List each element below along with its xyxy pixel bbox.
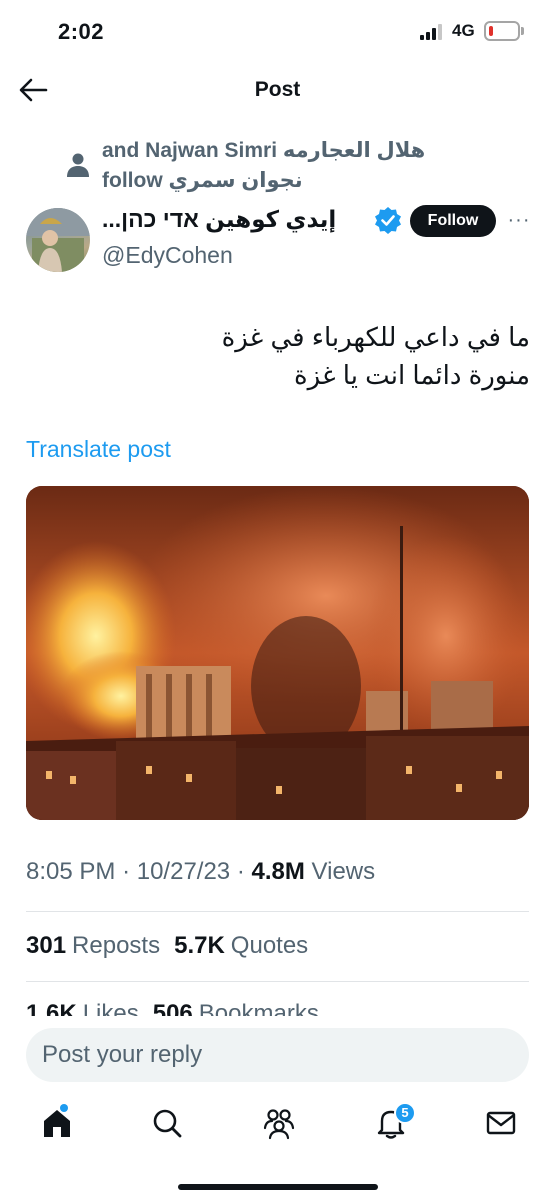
post-text-line-2: منورة دائما انت يا غزة — [294, 360, 530, 390]
messages-icon — [486, 1111, 516, 1135]
social-context: and Najwan Simri هلال العجارمه follow نج… — [64, 136, 534, 200]
battery-cap — [521, 27, 524, 35]
translate-post-link[interactable]: Translate post — [26, 436, 171, 463]
person-icon — [67, 153, 89, 177]
views-label: Views — [311, 858, 376, 885]
quotes-stat[interactable]: 5.7K Quotes — [174, 932, 308, 959]
verified-badge-icon — [375, 207, 401, 234]
social-context-line-1: and Najwan Simri هلال العجارمه — [102, 139, 426, 162]
tab-communities[interactable] — [262, 1106, 296, 1140]
network-type: 4G — [452, 21, 475, 40]
reposts-stat[interactable]: 301 Reposts — [26, 932, 160, 959]
signal-icon — [420, 24, 444, 40]
search-icon — [153, 1109, 182, 1138]
quotes-count: 5.7K — [174, 932, 225, 959]
social-context-text[interactable]: and Najwan Simri هلال العجارمه follow نج… — [102, 136, 522, 196]
post-time: 8:05 PM — [26, 858, 116, 885]
tab-messages[interactable] — [484, 1106, 518, 1140]
notifications-badge: 5 — [394, 1102, 416, 1124]
reply-input[interactable]: Post your reply — [26, 1028, 529, 1082]
reposts-count: 301 — [26, 932, 67, 959]
social-context-line-2: follow نجوان سمري — [102, 169, 303, 192]
post-date: 10/27/23 — [136, 858, 231, 885]
post-meta: 8:05 PM · 10/27/23 · 4.8M Views — [26, 858, 375, 886]
home-unread-dot — [60, 1104, 68, 1112]
author-handle[interactable]: @EdyCohen — [102, 242, 233, 269]
reply-bar: Post your reply 5 — [0, 1016, 555, 1200]
communities-icon — [263, 1109, 295, 1140]
avatar[interactable] — [26, 208, 90, 272]
post-header: Post — [0, 64, 555, 116]
tab-home[interactable] — [40, 1106, 74, 1140]
divider — [26, 981, 529, 982]
post-image-illustration — [26, 486, 529, 820]
status-bar: 2:02 4G — [0, 0, 555, 62]
home-indicator — [178, 1184, 378, 1190]
tab-search[interactable] — [150, 1106, 184, 1140]
battery-icon — [484, 21, 520, 41]
author-name[interactable]: إيدي كوهين אדי כהן... — [102, 206, 368, 233]
stats-row-1: 301 Reposts 5.7K Quotes — [26, 932, 308, 960]
quotes-label: Quotes — [230, 932, 309, 959]
meta-separator: · — [122, 858, 137, 885]
page-title: Post — [254, 78, 301, 101]
views-count: 4.8M — [251, 858, 305, 885]
reposts-label: Reposts — [72, 932, 161, 959]
meta-separator: · — [236, 858, 252, 885]
more-options-icon[interactable]: ··· — [506, 206, 532, 234]
home-icon — [44, 1110, 70, 1137]
follow-button[interactable]: Follow — [410, 205, 496, 237]
avatar-photo — [26, 208, 90, 272]
post-text-line-1: ما في داعي للكهرباء في غزة — [221, 322, 530, 352]
post-text: ما في داعي للكهرباء في غزة منورة دائما ا… — [26, 318, 530, 394]
post-image[interactable] — [26, 486, 529, 820]
divider — [26, 911, 529, 912]
status-time: 2:02 — [58, 19, 105, 44]
